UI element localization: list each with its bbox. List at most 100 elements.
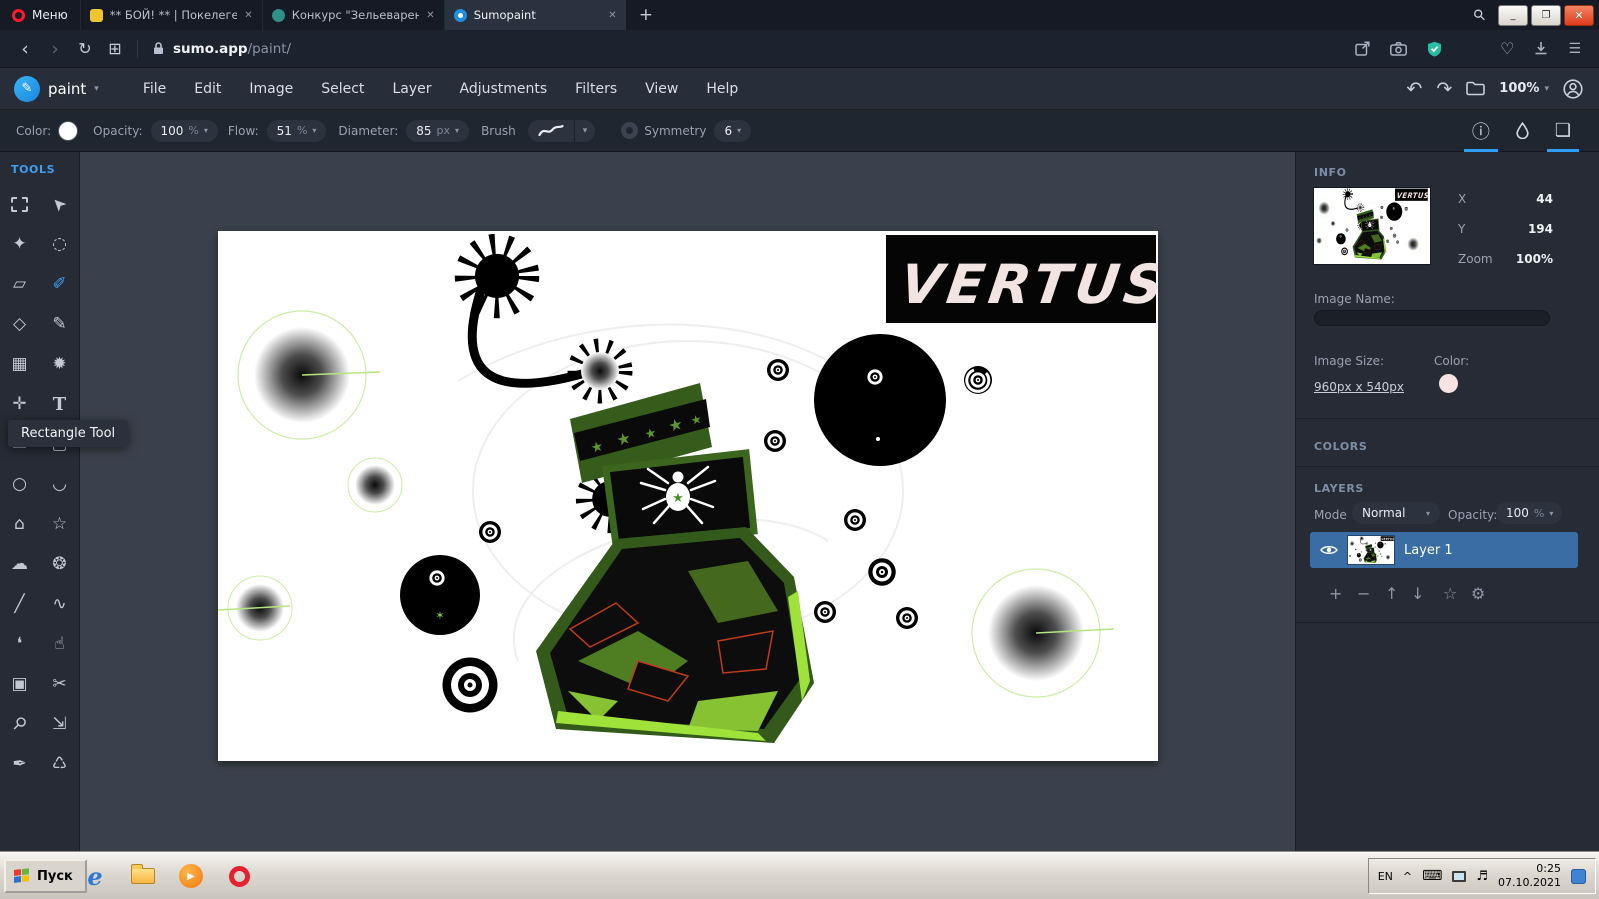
share-icon[interactable] <box>1355 41 1370 56</box>
marquee-select-tool[interactable] <box>0 184 40 224</box>
add-layer-button[interactable]: + <box>1329 584 1342 603</box>
tab-close-icon[interactable]: ✕ <box>608 10 616 21</box>
download-icon[interactable] <box>1534 41 1548 56</box>
maximize-button[interactable]: ❐ <box>1531 5 1561 26</box>
layer-row-1[interactable]: Layer 1 <box>1310 532 1578 568</box>
menu-file[interactable]: File <box>129 68 180 110</box>
tab-konkurs[interactable]: Конкурс "Зельеварение" - П ✕ <box>262 0 444 30</box>
brush-tool[interactable]: ✐ <box>40 264 80 304</box>
zoom-dropdown[interactable]: 100% ▾ <box>1499 81 1549 96</box>
favorite-layer-button[interactable]: ☆ <box>1443 584 1457 603</box>
info-panel-toggle[interactable]: ⓘ <box>1472 110 1490 152</box>
new-tab-button[interactable]: + <box>626 5 666 25</box>
tray-app-icon[interactable] <box>1571 869 1586 884</box>
pattern-tool[interactable]: ▦ <box>0 344 40 384</box>
canvas-artwork[interactable]: VERTUS <box>218 231 1158 761</box>
colors-header[interactable]: COLORS <box>1314 440 1367 453</box>
lasso-tool[interactable]: ◌ <box>40 224 80 264</box>
layers-header[interactable]: LAYERS <box>1314 482 1364 495</box>
diameter-select[interactable]: 85 px ▾ <box>406 120 469 142</box>
remove-layer-button[interactable]: − <box>1357 584 1370 603</box>
back-button[interactable]: ‹ <box>10 38 40 60</box>
foreground-color-swatch[interactable] <box>59 122 77 140</box>
menu-edit[interactable]: Edit <box>180 68 235 110</box>
start-button[interactable]: Пуск <box>4 859 87 893</box>
menu-image[interactable]: Image <box>235 68 307 110</box>
blend-mode-select[interactable]: Normal ▾ <box>1352 502 1440 524</box>
smudge-tool[interactable]: ☝ <box>40 624 80 664</box>
language-indicator[interactable]: EN <box>1378 870 1393 883</box>
network-monitor-icon[interactable] <box>1452 871 1466 882</box>
tab-close-icon[interactable]: ✕ <box>244 10 252 21</box>
file-explorer-icon[interactable] <box>128 861 158 891</box>
line-tool[interactable]: ╱ <box>0 584 40 624</box>
undo-button[interactable]: ↶ <box>1406 78 1422 100</box>
menu-adjustments[interactable]: Adjustments <box>445 68 561 110</box>
reload-button[interactable]: ↻ <box>70 39 100 58</box>
image-name-input[interactable] <box>1314 310 1550 326</box>
image-size-link[interactable]: 960px x 540px <box>1314 380 1404 394</box>
crop-tool[interactable]: ✂ <box>40 664 80 704</box>
sidebar-panel-icon[interactable]: ☰ <box>1568 41 1581 57</box>
fullscreen-tool[interactable]: ⇲ <box>40 704 80 744</box>
splatter-tool[interactable]: ✹ <box>40 344 80 384</box>
minimize-button[interactable]: _ <box>1498 5 1528 26</box>
pencil-tool[interactable]: ✎ <box>40 304 80 344</box>
speed-dial-button[interactable]: ⊞ <box>100 39 130 58</box>
tab-close-icon[interactable]: ✕ <box>426 10 434 21</box>
snapshot-camera-icon[interactable] <box>1390 42 1407 56</box>
search-icon[interactable]: ⚲ <box>1469 5 1490 26</box>
account-icon[interactable] <box>1563 79 1583 99</box>
magic-wand-tool[interactable]: ✦ <box>0 224 40 264</box>
move-layer-up-button[interactable]: ↑ <box>1385 584 1398 603</box>
close-button[interactable]: ✕ <box>1564 5 1594 26</box>
keyboard-icon[interactable]: ⌨ <box>1422 868 1442 884</box>
curve-tool[interactable]: ∿ <box>40 584 80 624</box>
shape-select-tool[interactable]: ▱ <box>0 264 40 304</box>
pentagon-tool[interactable]: ⌂ <box>0 504 40 544</box>
move-tool[interactable]: ➤ <box>40 184 80 224</box>
trash-tool[interactable]: ♺ <box>40 744 80 784</box>
redo-button[interactable]: ↷ <box>1436 78 1452 100</box>
sumo-app-switcher[interactable]: ✎ paint ▾ <box>0 76 113 102</box>
color-panel-toggle[interactable] <box>1516 110 1529 152</box>
custom-shape-tool[interactable]: ☁ <box>0 544 40 584</box>
tab-pokelegenda[interactable]: ** БОЙ! ** | Покелегенда - ✕ <box>80 0 262 30</box>
ink-drop-tool[interactable]: ❛ <box>0 624 40 664</box>
clock[interactable]: 0:25 07.10.2021 <box>1498 862 1561 891</box>
text-tool[interactable]: T <box>40 384 80 424</box>
menu-layer[interactable]: Layer <box>378 68 445 110</box>
opacity-select[interactable]: 100 % ▾ <box>151 120 218 142</box>
gear-shape-tool[interactable]: ❂ <box>40 544 80 584</box>
clone-stamp-tool[interactable]: ✛ <box>0 384 40 424</box>
symmetry-select[interactable]: 6 ▾ <box>714 120 751 142</box>
move-layer-down-button[interactable]: ↓ <box>1411 584 1424 603</box>
hidden-icons-chevron[interactable]: ^ <box>1403 870 1412 883</box>
forward-button[interactable]: › <box>40 38 70 60</box>
shield-badge-icon[interactable] <box>1427 41 1442 57</box>
zoom-tool[interactable]: ⚲ <box>0 704 40 744</box>
arc-tool[interactable]: ◡ <box>40 464 80 504</box>
menu-filters[interactable]: Filters <box>561 68 631 110</box>
menu-help[interactable]: Help <box>692 68 752 110</box>
internet-explorer-icon[interactable]: e <box>80 861 110 891</box>
brush-dropdown[interactable]: ▾ <box>574 120 596 142</box>
ellipse-tool[interactable]: ○ <box>0 464 40 504</box>
canvas-workspace[interactable]: VERTUS <box>80 152 1295 851</box>
address-field[interactable]: sumo.app/paint/ <box>145 41 1355 57</box>
frame-tool[interactable]: ▣ <box>0 664 40 704</box>
symmetry-toggle-icon[interactable] <box>621 122 638 139</box>
media-player-icon[interactable]: ▶ <box>176 861 206 891</box>
favorites-heart-icon[interactable]: ♡ <box>1500 39 1514 58</box>
layer-settings-button[interactable]: ⚙ <box>1471 584 1485 603</box>
opera-taskbar-icon[interactable] <box>224 861 254 891</box>
menu-view[interactable]: View <box>631 68 692 110</box>
picked-color-swatch[interactable] <box>1439 374 1458 393</box>
opera-menu-button[interactable]: Меню <box>0 0 80 30</box>
layer-opacity-select[interactable]: 100 % ▾ <box>1496 502 1562 524</box>
tab-sumopaint[interactable]: Sumopaint ✕ <box>444 0 626 30</box>
open-folder-icon[interactable] <box>1466 81 1485 96</box>
layers-panel-toggle[interactable]: ❏ <box>1555 110 1571 152</box>
layer-visibility-eye-icon[interactable] <box>1320 544 1338 556</box>
flow-select[interactable]: 51 % ▾ <box>267 120 327 142</box>
